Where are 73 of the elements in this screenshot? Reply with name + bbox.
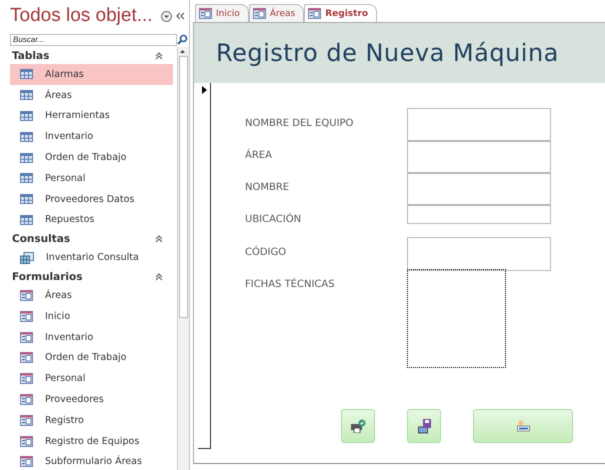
nav-item[interactable]: Inventario Consulta: [10, 247, 173, 268]
nav-item[interactable]: Orden de Trabajo: [10, 147, 173, 168]
table-icon: [20, 69, 33, 80]
form-icon: [20, 373, 33, 384]
text-field[interactable]: [407, 172, 551, 206]
table-icon: [20, 110, 33, 121]
field-label: NOMBRE: [245, 181, 290, 195]
field-label: CÓDIGO: [245, 245, 288, 260]
field-label: NOMBRE DEL EQUIPO: [245, 117, 354, 131]
collapse-icon[interactable]: [155, 52, 163, 60]
save-icon: [418, 418, 430, 434]
field-label: FICHAS TÉCNICAS: [245, 277, 336, 292]
document-tab[interactable]: Áreas: [248, 4, 304, 22]
collapse-icon[interactable]: [155, 234, 163, 243]
nav-item[interactable]: Inventario: [10, 326, 173, 348]
text-field[interactable]: [407, 204, 551, 224]
print-button[interactable]: [341, 409, 375, 443]
nav-item[interactable]: Registro: [10, 410, 173, 431]
field-label: ÁREA: [245, 148, 273, 163]
current-record-icon: [202, 86, 206, 94]
form-icon: [199, 8, 212, 19]
nav-item[interactable]: Orden de Trabajo: [10, 348, 173, 368]
nav-item[interactable]: Personal: [10, 368, 173, 390]
document-tab[interactable]: Registro: [304, 4, 378, 22]
pane-title: Todos los objet...: [10, 5, 154, 27]
query-icon: [20, 252, 34, 264]
table-icon: [20, 173, 33, 184]
nav-item[interactable]: Inventario: [10, 126, 173, 148]
form-icon: [308, 8, 322, 19]
dropdown-icon[interactable]: [161, 10, 172, 22]
group-header[interactable]: Consultas: [10, 232, 155, 245]
group-header[interactable]: Tablas: [10, 50, 155, 62]
nav-item[interactable]: Inicio: [10, 306, 173, 327]
nav-item[interactable]: Proveedores Datos: [10, 188, 173, 210]
nav-item[interactable]: Áreas: [10, 285, 173, 306]
nav-item[interactable]: Proveedores: [10, 389, 173, 410]
nav-item[interactable]: Herramientas: [10, 106, 173, 126]
printer-icon: [350, 419, 366, 433]
text-field[interactable]: [407, 237, 551, 271]
nav-item[interactable]: Alarmas: [10, 64, 173, 85]
form-icon: [20, 290, 33, 302]
table-icon: [20, 90, 33, 100]
form-icon: [252, 8, 266, 19]
form-icon: [20, 394, 33, 406]
collapse-icon[interactable]: [155, 272, 163, 281]
save-button[interactable]: [407, 409, 441, 443]
table-icon: [20, 214, 33, 225]
form-icon: [20, 436, 33, 447]
table-icon: [20, 194, 33, 204]
form-icon: [20, 414, 33, 426]
text-field[interactable]: [407, 108, 551, 142]
nav-item[interactable]: Áreas: [10, 84, 173, 106]
field-label: UBICACIÓN: [245, 212, 302, 227]
nav-item[interactable]: Subformulario Áreas: [10, 452, 173, 470]
search-field[interactable]: Buscar...: [10, 34, 177, 46]
record-selector[interactable]: [198, 83, 211, 449]
text-field[interactable]: [407, 140, 551, 174]
nav-item[interactable]: Personal: [10, 168, 173, 189]
form-icon: [20, 352, 33, 364]
table-icon: [20, 132, 33, 142]
nav-item[interactable]: Repuestos: [10, 210, 173, 230]
nav-item[interactable]: Registro de Equipos: [10, 430, 173, 452]
collapse-pane-icon[interactable]: [176, 12, 185, 20]
form-icon: [20, 456, 33, 468]
table-icon: [20, 152, 33, 163]
form-title: Registro de Nueva Máquina: [216, 39, 559, 67]
form-icon: [20, 310, 33, 322]
search-icon[interactable]: [177, 34, 188, 45]
group-header[interactable]: Formularios: [10, 270, 155, 283]
document-tab[interactable]: Inicio: [195, 4, 249, 22]
scrollbar[interactable]: [177, 47, 189, 470]
form-icon: [20, 332, 33, 343]
new-record-icon: [516, 420, 530, 432]
